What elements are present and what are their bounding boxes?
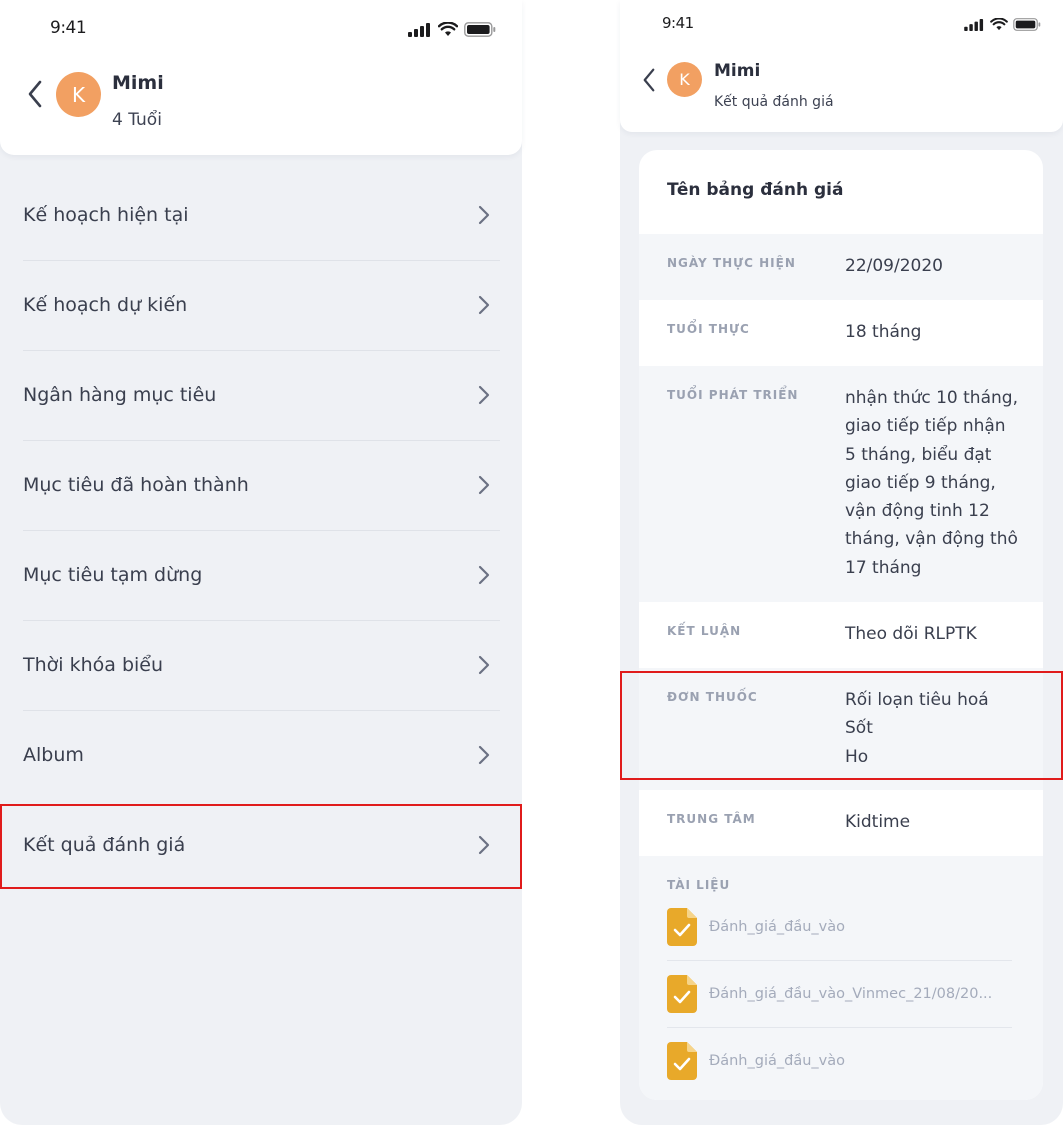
signal-icon <box>408 22 430 37</box>
row-label: TUỔI PHÁT TRIỂN <box>667 388 799 402</box>
assessment-title: Tên bảng đánh giá <box>667 180 844 200</box>
menu-item-label: Mục tiêu đã hoàn thành <box>23 474 249 496</box>
row-label: TRUNG TÂM <box>667 812 756 826</box>
prescription-item: Ho <box>845 746 869 767</box>
chevron-right-icon <box>474 655 494 675</box>
document-name: Đánh_giá_đầu_vào <box>709 1053 845 1069</box>
row-value: Theo dõi RLPTK <box>845 624 977 644</box>
child-name: Mimi <box>112 72 164 94</box>
chevron-right-icon <box>474 475 494 495</box>
screen-subtitle: Kết quả đánh giá <box>714 94 834 110</box>
row-label: KẾT LUẬN <box>667 624 742 638</box>
chevron-right-icon <box>474 745 494 765</box>
document-item[interactable]: Đánh_giá_đầu_vào <box>667 894 1012 960</box>
menu-item-label: Album <box>23 744 84 766</box>
row-value: 18 tháng <box>845 322 922 342</box>
chevron-right-icon <box>474 385 494 405</box>
detail-row-prescription: ĐƠN THUỐC Rối loạn tiêu hoá Sốt Ho <box>639 668 1043 790</box>
document-name: Đánh_giá_đầu_vào <box>709 919 845 935</box>
screen-assessment-result: 9:41 K Mimi Kết quả đánh giá Tên bảng đá… <box>620 0 1063 1125</box>
app-header: 9:41 K Mimi <box>620 0 1063 132</box>
detail-row-date: NGÀY THỰC HIỆN 22/09/2020 <box>639 234 1043 300</box>
screen-child-menu: 9:41 K Mimi 4 Tuổi Kế hoạch hiện tại Kế … <box>0 0 522 1125</box>
battery-icon <box>464 22 496 37</box>
menu-item-label: Mục tiêu tạm dừng <box>23 564 203 586</box>
status-time: 9:41 <box>50 18 87 38</box>
document-check-icon <box>667 975 697 1013</box>
chevron-left-icon <box>28 80 42 108</box>
menu-item-label: Kết quả đánh giá <box>23 834 186 856</box>
document-check-icon <box>667 1042 697 1080</box>
back-button[interactable] <box>22 78 48 110</box>
back-button[interactable] <box>638 66 660 94</box>
document-item[interactable]: Đánh_giá_đầu_vào_Vinmec_21/08/20... <box>667 961 1012 1027</box>
row-label: ĐƠN THUỐC <box>667 690 758 704</box>
child-name: Mimi <box>714 61 761 81</box>
menu-item-completed-goals[interactable]: Mục tiêu đã hoàn thành <box>23 440 500 530</box>
row-value: Kidtime <box>845 812 911 832</box>
avatar[interactable]: K <box>667 62 702 97</box>
wifi-icon <box>438 22 458 36</box>
menu-item-planned[interactable]: Kế hoạch dự kiến <box>23 260 500 350</box>
signal-icon <box>964 18 984 31</box>
status-icons <box>408 22 496 37</box>
chevron-right-icon <box>474 295 494 315</box>
menu-item-label: Kế hoạch dự kiến <box>23 294 188 316</box>
menu-item-label: Ngân hàng mục tiêu <box>23 384 217 406</box>
menu-item-goal-bank[interactable]: Ngân hàng mục tiêu <box>23 350 500 440</box>
documents-section: TÀI LIỆU Đánh_giá_đầu_vào Đánh_giá_đầu_v… <box>639 856 1043 1100</box>
documents-label: TÀI LIỆU <box>667 878 731 892</box>
status-time: 9:41 <box>662 14 694 32</box>
avatar[interactable]: K <box>56 72 101 117</box>
app-header: 9:41 K Mimi <box>0 0 522 155</box>
chevron-right-icon <box>474 565 494 585</box>
status-icons <box>964 18 1041 31</box>
detail-row-real-age: TUỔI THỰC 18 tháng <box>639 300 1043 366</box>
detail-row-center: TRUNG TÂM Kidtime <box>639 790 1043 856</box>
row-label: NGÀY THỰC HIỆN <box>667 256 796 270</box>
menu-item-current-plan[interactable]: Kế hoạch hiện tại <box>23 170 500 260</box>
menu-item-paused-goals[interactable]: Mục tiêu tạm dừng <box>23 530 500 620</box>
child-age: 4 Tuổi <box>112 110 162 130</box>
menu-item-assessment-results[interactable]: Kết quả đánh giá <box>23 800 500 890</box>
detail-row-conclusion: KẾT LUẬN Theo dõi RLPTK <box>639 602 1043 668</box>
assessment-card: Tên bảng đánh giá NGÀY THỰC HIỆN 22/09/2… <box>639 150 1043 1100</box>
battery-icon <box>1013 18 1041 31</box>
chevron-right-icon <box>474 205 494 225</box>
row-value: nhận thức 10 tháng, giao tiếp tiếp nhận … <box>845 388 1018 578</box>
menu-item-label: Kế hoạch hiện tại <box>23 204 189 226</box>
prescription-list: Rối loạn tiêu hoá Sốt Ho <box>845 686 1020 771</box>
document-name: Đánh_giá_đầu_vào_Vinmec_21/08/20... <box>709 986 993 1002</box>
chevron-left-icon <box>643 68 655 92</box>
detail-row-dev-age: TUỔI PHÁT TRIỂN nhận thức 10 tháng, giao… <box>639 366 1043 602</box>
prescription-item: Sốt <box>845 718 873 739</box>
row-value: 22/09/2020 <box>845 256 943 276</box>
row-label: TUỔI THỰC <box>667 322 750 336</box>
document-item[interactable]: Đánh_giá_đầu_vào <box>667 1028 1012 1094</box>
document-check-icon <box>667 908 697 946</box>
menu-item-label: Thời khóa biểu <box>23 654 164 676</box>
prescription-item: Rối loạn tiêu hoá <box>845 690 989 710</box>
chevron-right-icon <box>474 835 494 855</box>
menu-item-timetable[interactable]: Thời khóa biểu <box>23 620 500 710</box>
wifi-icon <box>990 18 1008 31</box>
menu-item-album[interactable]: Album <box>23 710 500 800</box>
